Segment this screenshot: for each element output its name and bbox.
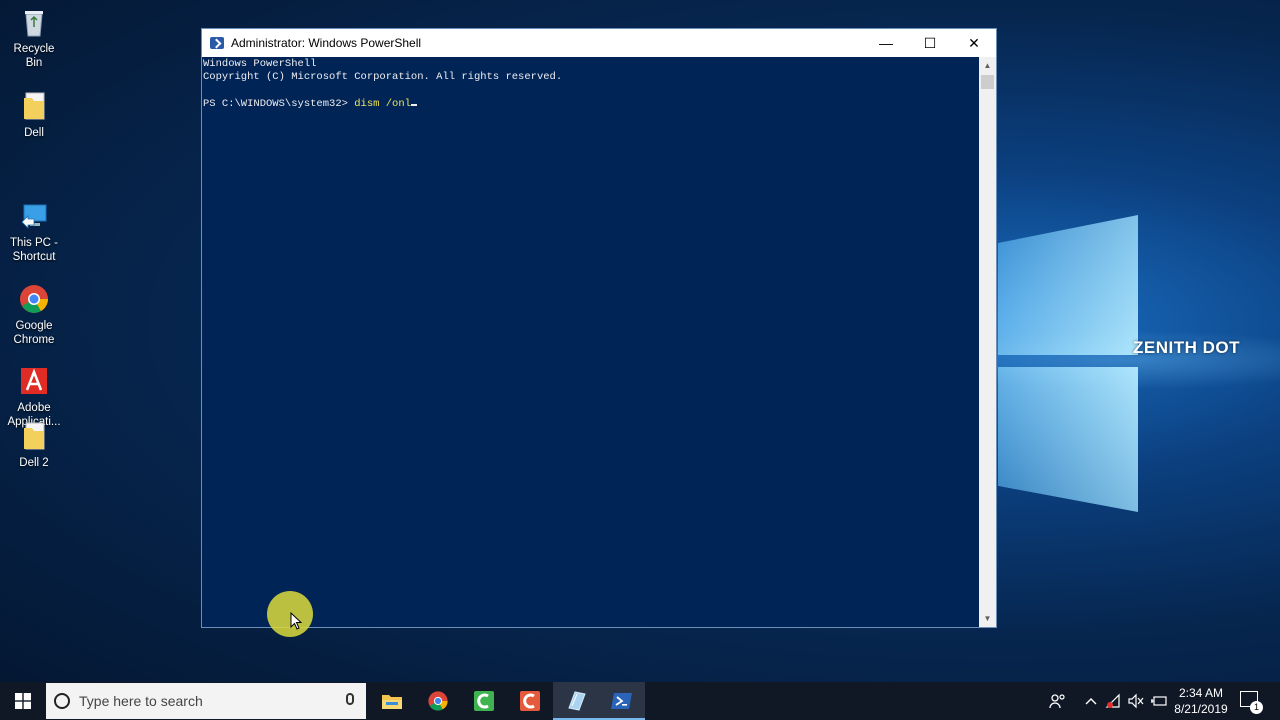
taskbar-file-explorer[interactable] [369, 682, 415, 720]
network-disconnected-icon [1105, 693, 1120, 708]
battery-button[interactable] [1150, 682, 1168, 720]
search-placeholder: Type here to search [79, 693, 203, 709]
close-button[interactable]: ✕ [952, 29, 996, 57]
desktop-icon-label: Recycle Bin [13, 43, 55, 69]
desktop-icon-label: Dell [24, 127, 44, 139]
taskbar-camtasia[interactable] [461, 682, 507, 720]
title-bar[interactable]: Administrator: Windows PowerShell — ☐ ✕ [202, 29, 996, 57]
powershell-window[interactable]: Administrator: Windows PowerShell — ☐ ✕ … [201, 28, 997, 628]
text-cursor [410, 103, 417, 106]
console-line: Windows PowerShell [203, 58, 317, 70]
notepad-icon [568, 691, 586, 711]
camtasia-recorder-icon [520, 691, 540, 711]
clock-date: 8/21/2019 [1174, 702, 1228, 716]
volume-button[interactable] [1127, 682, 1145, 720]
desktop-icon-dell-2[interactable]: Dell 2 [4, 420, 64, 470]
scroll-thumb[interactable] [981, 75, 994, 89]
powershell-icon [611, 693, 632, 709]
computer-icon [18, 186, 50, 229]
notification-badge: 1 [1250, 701, 1263, 714]
people-icon [1049, 694, 1065, 709]
taskbar-search-box[interactable]: Type here to search [46, 683, 366, 719]
console-line: Copyright (C) Microsoft Corporation. All… [203, 71, 563, 84]
powershell-icon [210, 37, 224, 49]
camtasia-icon [474, 691, 494, 711]
file-explorer-icon [382, 695, 402, 709]
taskbar-notepad[interactable] [553, 682, 599, 720]
windows-logo-icon [15, 693, 31, 709]
clock-time: 2:34 AM [1178, 686, 1224, 700]
desktop-icon-dell[interactable]: Dell [4, 90, 64, 140]
scroll-down-icon[interactable]: ▼ [979, 610, 996, 627]
taskbar-camtasia-recorder[interactable] [507, 682, 553, 720]
show-hidden-icons-button[interactable] [1085, 682, 1097, 720]
wallpaper-logo-pane [998, 215, 1138, 355]
taskbar-powershell[interactable] [599, 682, 645, 720]
maximize-button[interactable]: ☐ [908, 29, 952, 57]
wallpaper-logo-pane [998, 367, 1138, 512]
desktop-icon-label: Dell 2 [19, 457, 49, 469]
chevron-up-icon [1085, 698, 1097, 705]
people-button[interactable] [1049, 682, 1067, 720]
window-title: Administrator: Windows PowerShell [231, 36, 422, 50]
chrome-icon [18, 269, 50, 313]
console-area[interactable]: Windows PowerShell Copyright (C) Microso… [202, 57, 981, 627]
vertical-scrollbar[interactable]: ▲ ▼ [979, 57, 996, 627]
taskbar-chrome[interactable] [415, 682, 461, 720]
recycle-bin-icon [18, 6, 50, 38]
power-plug-icon [1151, 696, 1167, 706]
microphone-icon[interactable] [346, 693, 354, 705]
start-button[interactable] [0, 682, 46, 720]
desktop-icon-recycle-bin[interactable]: Recycle Bin [4, 6, 64, 70]
volume-muted-icon [1128, 693, 1144, 709]
folder-icon [18, 90, 50, 122]
watermark: ZENITH DOT [1133, 338, 1240, 357]
cortana-icon [54, 693, 70, 709]
console-command[interactable]: dism /onl [354, 98, 411, 110]
scroll-up-icon[interactable]: ▲ [979, 57, 996, 74]
taskbar: Type here to search 2:34 AM 8/21/2019 1 [0, 682, 1280, 720]
chrome-icon [428, 691, 448, 711]
minimize-button[interactable]: — [864, 29, 908, 57]
folder-icon [18, 420, 50, 452]
taskbar-clock[interactable]: 2:34 AM 8/21/2019 [1168, 685, 1234, 717]
adobe-icon [18, 351, 50, 394]
mouse-pointer-icon [290, 612, 302, 630]
network-button[interactable] [1105, 682, 1123, 720]
console-prompt: PS C:\WINDOWS\system32> [203, 97, 355, 110]
